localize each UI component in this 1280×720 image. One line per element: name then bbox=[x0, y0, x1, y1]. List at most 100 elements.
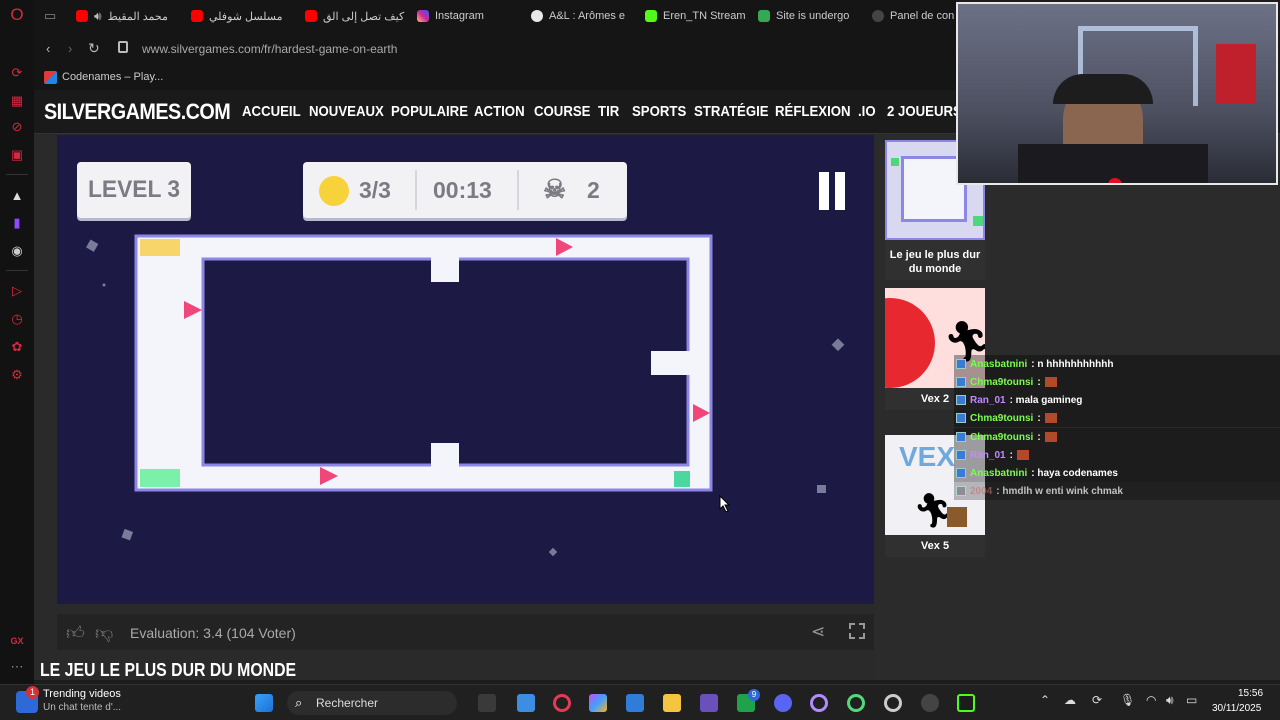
tab-5[interactable]: A&L : Arômes e bbox=[531, 8, 639, 24]
search-bar[interactable]: ⌕ Rechercher bbox=[287, 691, 457, 715]
chat-user: Ran_01 bbox=[970, 449, 1006, 461]
reload-icon[interactable]: ↻ bbox=[88, 40, 100, 57]
tab-overview-icon[interactable]: ▭ bbox=[44, 8, 56, 24]
sync-icon[interactable]: ⟳ bbox=[1092, 693, 1102, 707]
copilot-icon[interactable] bbox=[589, 694, 607, 712]
sidebar-aria-icon[interactable]: ▲ bbox=[8, 186, 26, 204]
folder-icon[interactable] bbox=[663, 694, 681, 712]
sidebar-refresh-icon[interactable]: ⟳ bbox=[8, 64, 26, 82]
clock-time[interactable]: 15:56 bbox=[1238, 688, 1263, 699]
game-canvas[interactable]: LEVEL 3 3/3 00:13 ☠ 2 bbox=[57, 135, 874, 604]
site-logo[interactable]: SILVERGAMES.COM bbox=[44, 99, 231, 125]
tab-label: Site is undergo bbox=[776, 10, 850, 22]
emote-icon bbox=[1044, 377, 1057, 387]
url-field[interactable]: www.silvergames.com/fr/hardest-game-on-e… bbox=[142, 42, 397, 56]
sidebar-twitch-icon[interactable]: ▮ bbox=[8, 214, 26, 232]
sidebar-shop-icon[interactable]: ▦ bbox=[8, 92, 26, 110]
chat-user: Anasbatnini bbox=[970, 467, 1028, 479]
nav-accueil[interactable]: ACCUEIL bbox=[242, 103, 301, 120]
instagram-icon bbox=[417, 10, 429, 22]
chevron-up-icon[interactable]: ⌃ bbox=[1040, 693, 1050, 707]
chat-message: Anasbatnini: n hhhhhhhhhhh bbox=[954, 355, 1280, 373]
page-title: LE JEU LE PLUS DUR DU MONDE bbox=[40, 660, 297, 680]
thumbs-up-icon[interactable]: 👍︎ bbox=[66, 622, 85, 644]
task-view-icon[interactable] bbox=[478, 694, 496, 712]
opera-icon[interactable] bbox=[847, 694, 865, 712]
related-game-title: Vex 5 bbox=[920, 540, 950, 552]
tab-2[interactable]: مسلسل شوفلي bbox=[191, 8, 299, 24]
sidebar-player-icon[interactable]: ▷ bbox=[8, 282, 26, 300]
app-icon[interactable] bbox=[517, 694, 535, 712]
lock-icon[interactable] bbox=[118, 41, 128, 53]
tab-6[interactable]: Eren_TN Stream bbox=[645, 8, 753, 24]
tab-1[interactable]: 🔊︎ محمد المقيط bbox=[76, 8, 186, 24]
bookmark-codenames[interactable]: Codenames – Play... bbox=[62, 71, 163, 83]
widget-title[interactable]: Trending videos bbox=[43, 688, 121, 700]
chat-message: Anasbatnini: haya codenames bbox=[954, 464, 1280, 482]
forward-icon[interactable]: › bbox=[68, 41, 72, 56]
site-icon bbox=[758, 10, 770, 22]
nav-sports[interactable]: SPORTS bbox=[632, 103, 686, 120]
chat-message: Chma9tounsi: bbox=[954, 409, 1280, 427]
panel-icon bbox=[872, 10, 884, 22]
nav-io[interactable]: .IO bbox=[858, 103, 876, 120]
webcam-overlay bbox=[956, 2, 1278, 185]
related-game-title: Le jeu le plus dur du monde bbox=[889, 249, 981, 275]
gx-icon[interactable]: GX bbox=[8, 632, 26, 650]
mic-icon[interactable]: 🎙︎ bbox=[1120, 693, 1135, 707]
sidebar-history-icon[interactable]: ◷ bbox=[8, 310, 26, 328]
chat-text: : n hhhhhhhhhhh bbox=[1031, 358, 1114, 370]
back-icon[interactable]: ‹ bbox=[46, 41, 50, 56]
tab-8[interactable]: Panel de con bbox=[872, 8, 956, 24]
nav-populaire[interactable]: POPULAIRE bbox=[391, 103, 468, 120]
sidebar-extensions-icon[interactable]: ✿ bbox=[8, 338, 26, 356]
wifi-icon[interactable]: ◠ bbox=[1146, 693, 1156, 707]
opera-icon[interactable] bbox=[553, 694, 571, 712]
nav-strategie[interactable]: STRATÉGIE bbox=[694, 103, 769, 120]
volume-icon[interactable]: 🔊︎ bbox=[1166, 693, 1174, 708]
tab-label: كيف تصل إلى الق bbox=[323, 10, 405, 23]
windows-start-icon[interactable] bbox=[255, 694, 273, 712]
share-icon[interactable]: ⋖ bbox=[811, 622, 825, 642]
app-icon[interactable] bbox=[957, 694, 975, 712]
chat-message: Chma9tounsi: bbox=[954, 428, 1280, 446]
discord-icon[interactable] bbox=[774, 694, 792, 712]
codenames-icon bbox=[44, 71, 57, 84]
opera-icon[interactable] bbox=[884, 694, 902, 712]
app-icon[interactable] bbox=[700, 694, 718, 712]
sidebar-more-icon[interactable]: ⋯ bbox=[8, 658, 26, 676]
sidebar-media-icon[interactable]: ▣ bbox=[8, 146, 26, 164]
nav-reflexion[interactable]: RÉFLEXION bbox=[775, 103, 851, 120]
nav-action[interactable]: ACTION bbox=[474, 103, 525, 120]
nav-2-joueurs[interactable]: 2 JOUEURS bbox=[887, 103, 962, 120]
tab-3[interactable]: كيف تصل إلى الق bbox=[305, 8, 413, 24]
chat-message: Ran_01: mala gamineg bbox=[954, 391, 1280, 409]
chat-message: Chma9tounsi: bbox=[954, 373, 1280, 391]
nav-course[interactable]: COURSE bbox=[534, 103, 590, 120]
sidebar-discord-icon[interactable]: ◉ bbox=[8, 242, 26, 260]
chat-text: : bbox=[1037, 431, 1041, 443]
tab-4[interactable]: Instagram bbox=[417, 8, 525, 24]
clock-date[interactable]: 30/11/2025 bbox=[1212, 703, 1261, 714]
cloud-icon[interactable]: ☁ bbox=[1064, 693, 1076, 707]
battery-icon[interactable]: ▭ bbox=[1186, 693, 1197, 707]
store-badge: 9 bbox=[748, 689, 760, 701]
chat-text: : mala gamineg bbox=[1009, 394, 1083, 406]
youtube-icon bbox=[76, 10, 88, 22]
app-icon[interactable] bbox=[921, 694, 939, 712]
sidebar-settings-icon[interactable]: ⚙ bbox=[8, 366, 26, 384]
opera-logo-icon[interactable]: O bbox=[8, 5, 26, 24]
nav-nouveaux[interactable]: NOUVEAUX bbox=[309, 103, 384, 120]
tab-7[interactable]: Site is undergo bbox=[758, 8, 866, 24]
opera-gx-icon[interactable] bbox=[810, 694, 828, 712]
thumbs-down-icon[interactable]: 👎︎ bbox=[95, 622, 113, 644]
nav-tir[interactable]: TIR bbox=[598, 103, 619, 120]
chat-text: : bbox=[1037, 376, 1041, 388]
store-icon[interactable] bbox=[626, 694, 644, 712]
sidebar-slash-icon[interactable]: ⊘ bbox=[8, 118, 26, 136]
chat-user: Chma9tounsi bbox=[970, 431, 1034, 443]
address-bar: ‹ › ↻ www.silvergames.com/fr/hardest-gam… bbox=[34, 32, 956, 66]
kick-icon bbox=[645, 10, 657, 22]
fullscreen-icon[interactable] bbox=[849, 623, 865, 639]
tab-label: Instagram bbox=[435, 10, 484, 22]
